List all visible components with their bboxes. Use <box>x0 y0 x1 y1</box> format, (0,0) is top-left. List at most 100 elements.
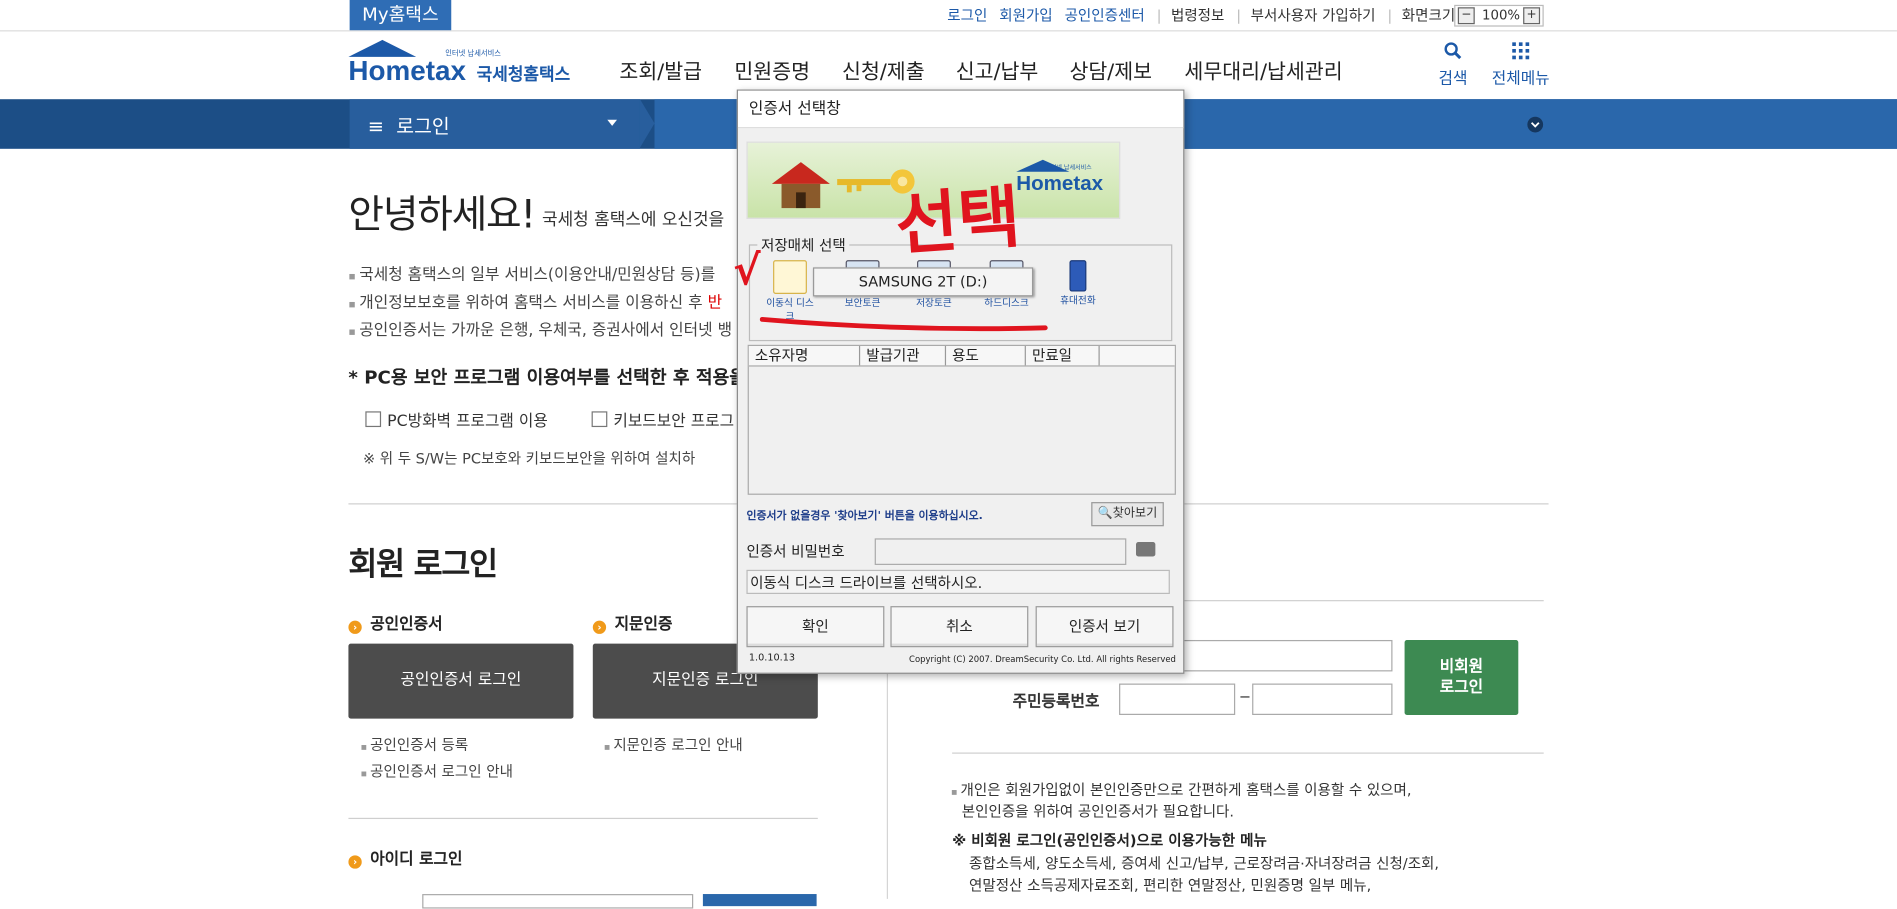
hamburger-icon: ≡ <box>367 114 397 138</box>
cert-list[interactable]: 소유자명 발급기관 용도 만료일 <box>747 344 1176 495</box>
nonmember-login-line2: 로그인 <box>1439 678 1484 697</box>
nonmember-menu-line: 종합소득세, 양도소득세, 증여세 신고/납부, 근로장려금·자녀장려금 신청/… <box>969 855 1440 873</box>
media-label: 저장토큰 <box>916 297 952 309</box>
view-cert-button[interactable]: 인증서 보기 <box>1035 606 1174 648</box>
id-login-subtitle: › 아이디 로그인 <box>348 846 463 869</box>
find-button-label: 찾아보기 <box>1112 506 1158 521</box>
hometax-logo[interactable]: 인터넷 납세서비스 Hometax 국세청홈택스 <box>348 39 578 93</box>
greeting-subtext: 국세청 홈택스에 오신것을 <box>541 210 725 230</box>
rrn-front-input[interactable] <box>1119 683 1236 715</box>
keyboard-icon[interactable] <box>1136 541 1156 557</box>
column-usage[interactable]: 용도 <box>946 346 1026 366</box>
version-label: 1.0.10.13 <box>748 652 796 663</box>
menu-certificate[interactable]: 민원증명 <box>734 54 810 84</box>
my-hometax-button[interactable]: My홈택스 <box>349 0 452 31</box>
menu-filing[interactable]: 신고/납부 <box>956 54 1039 84</box>
media-label: 하드디스크 <box>984 297 1029 309</box>
drive-option[interactable]: SAMSUNG 2T (D:) <box>812 267 1034 297</box>
cert-center-link[interactable]: 공인인증센터 <box>1065 7 1145 24</box>
nonmember-login-line1: 비회원 <box>1439 658 1484 677</box>
rrn-dash: − <box>1238 688 1252 706</box>
arrow-bullet-icon: › <box>592 620 607 634</box>
copyright-label: Copyright (C) 2007. DreamSecurity Co. Lt… <box>909 654 1176 665</box>
intro-bullet: 공인인증서는 가까운 은행, 우체국, 증권사에서 인터넷 뱅 <box>348 317 732 340</box>
search-label: 검색 <box>1438 70 1468 89</box>
screen-size-label: 화면크기 <box>1401 7 1456 25</box>
find-hint: 인증서가 없을경우 '찾아보기' 버튼을 이용하십시오. <box>746 510 983 523</box>
checkbox-box[interactable] <box>365 411 382 428</box>
divider: | <box>1387 7 1393 25</box>
rrn-label: 주민등록번호 <box>1012 693 1100 712</box>
menu-consult[interactable]: 상담/제보 <box>1069 54 1152 84</box>
cert-register-link[interactable]: 공인인증서 등록 <box>361 734 468 755</box>
all-menu-button[interactable]: 전체메뉴 <box>1490 41 1550 88</box>
cert-subtitle: › 공인인증서 <box>348 611 443 634</box>
intro-bullet: 국세청 홈택스의 일부 서비스(이용안내/민원상담 등)를 <box>348 261 715 284</box>
column-issuer[interactable]: 발급기관 <box>860 346 947 366</box>
menu-tax-agent[interactable]: 세무대리/납세관리 <box>1184 54 1342 84</box>
dept-user-link[interactable]: 부서사용자 가입하기 <box>1251 7 1376 24</box>
media-mobile-phone[interactable]: 휴대전화 <box>1050 260 1106 307</box>
house-icon <box>771 162 830 209</box>
id-login-button[interactable] <box>702 894 817 907</box>
menu-inquiry[interactable]: 조회/발급 <box>619 54 702 84</box>
media-legend: 저장매체 선택 <box>757 234 850 256</box>
chevron-down-icon <box>607 119 617 126</box>
column-expiry[interactable]: 만료일 <box>1026 346 1100 366</box>
pc-security-title: * PC용 보안 프로그램 이용여부를 선택한 후 적용을 <box>348 366 746 389</box>
search-button[interactable]: 검색 <box>1423 41 1483 88</box>
intro-bullet-red: 반 <box>707 293 723 313</box>
divider: | <box>1236 7 1242 25</box>
id-login-subtitle-text: 아이디 로그인 <box>370 850 463 869</box>
arrow-bullet-icon: › <box>348 855 362 869</box>
checkbox-box[interactable] <box>591 411 608 428</box>
menu-application[interactable]: 신청/제출 <box>842 54 925 84</box>
annotation-check: √ <box>733 246 761 296</box>
password-input[interactable] <box>874 538 1127 565</box>
nonmember-login-button[interactable]: 비회원 로그인 <box>1404 639 1519 715</box>
nonmember-info-text: 개인은 회원가입없이 본인인증만으로 간편하게 홈택스를 이용할 수 있으며, <box>960 781 1412 799</box>
column-owner[interactable]: 소유자명 <box>749 346 861 366</box>
zoom-value: 100% <box>1482 7 1521 23</box>
collapse-circle-icon[interactable] <box>1527 116 1544 133</box>
security-note: ※ 위 두 S/W는 PC보호와 키보드보안을 위하여 설치하 <box>362 450 696 467</box>
zoom-out-button[interactable]: − <box>1457 7 1475 25</box>
member-login-title: 회원 로그인 <box>348 546 498 584</box>
intro-bullet-text: 개인정보보호를 위하여 홈택스 서비스를 이용하신 후 <box>359 293 703 313</box>
zoom-in-button[interactable]: + <box>1523 7 1541 25</box>
find-button[interactable]: 🔍찾아보기 <box>1091 502 1164 527</box>
cert-login-guide-link[interactable]: 공인인증서 로그인 안내 <box>361 761 513 782</box>
divider: | <box>1156 7 1162 25</box>
fingerprint-guide-link[interactable]: 지문인증 로그인 안내 <box>604 734 742 755</box>
cancel-button[interactable]: 취소 <box>890 606 1029 648</box>
media-label: 보안토큰 <box>844 297 881 309</box>
removable-disk-icon <box>773 260 807 294</box>
location-label: ≡ 로그인 <box>368 110 450 139</box>
logo-word: Hometax <box>348 54 466 86</box>
firewall-checkbox[interactable]: PC방화벽 프로그램 이용 <box>365 408 548 431</box>
divider <box>348 817 818 820</box>
all-menu-label: 전체메뉴 <box>1491 70 1550 89</box>
magnifier-icon: 🔍 <box>1097 506 1113 521</box>
location-current: 로그인 <box>396 114 450 138</box>
fingerprint-subtitle: › 지문인증 <box>592 611 673 634</box>
password-label: 인증서 비밀번호 <box>746 543 845 561</box>
status-message: 이동식 디스크 드라이브를 선택하시오. <box>746 569 1170 595</box>
ok-button[interactable]: 확인 <box>746 606 885 648</box>
media-label: 휴대전화 <box>1060 295 1096 307</box>
top-links: 로그인 회원가입 공인인증센터 | 법령정보 | 부서사용자 가입하기 | 화면… <box>947 5 1462 26</box>
cert-login-button[interactable]: 공인인증서 로그인 <box>348 643 574 719</box>
location-arrow <box>639 99 655 148</box>
nonmember-info-red: 본인인증을 위하여 공인인증서가 필요합니다. <box>961 803 1235 821</box>
keyboard-security-checkbox[interactable]: 키보드보안 프로그 <box>591 408 734 431</box>
id-input[interactable] <box>422 894 694 909</box>
annotation-text: 선택 <box>892 177 1023 266</box>
search-icon <box>1444 42 1462 60</box>
zoom-control: − 100% + <box>1454 4 1544 27</box>
law-info-link[interactable]: 법령정보 <box>1171 7 1224 24</box>
rrn-back-input[interactable] <box>1252 683 1393 715</box>
fingerprint-subtitle-text: 지문인증 <box>614 615 673 634</box>
signup-link[interactable]: 회원가입 <box>999 7 1052 24</box>
arrow-bullet-icon: › <box>348 620 362 634</box>
login-link[interactable]: 로그인 <box>947 7 987 24</box>
